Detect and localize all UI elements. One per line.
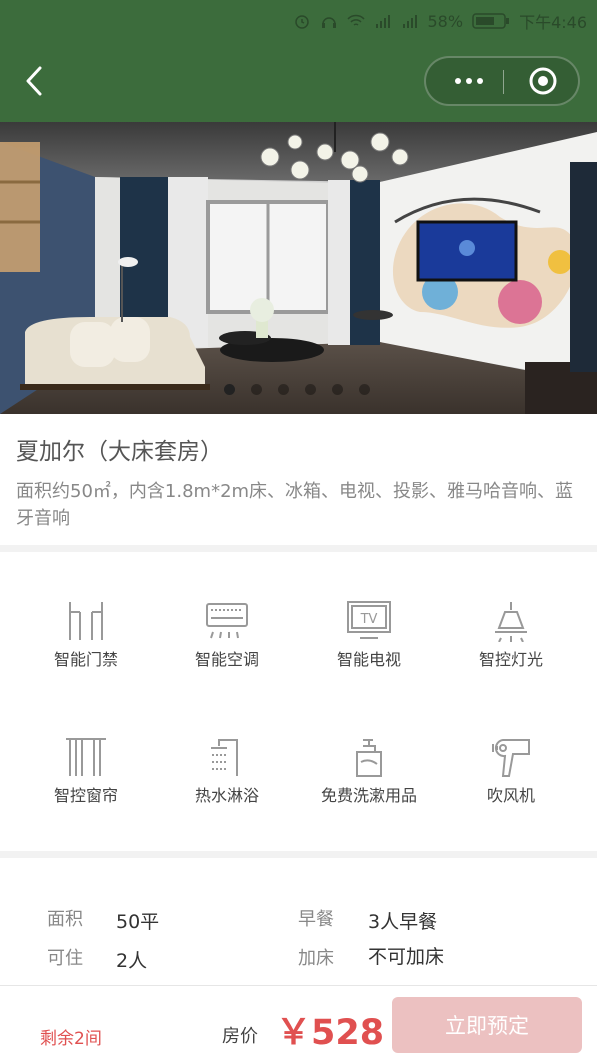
amenity-air-conditioner: 智能空调	[157, 600, 297, 670]
toiletries-icon	[356, 739, 382, 777]
area-label: 面积	[47, 909, 83, 930]
signal-icon-2	[402, 15, 417, 28]
back-arrow-icon[interactable]	[18, 62, 52, 100]
booking-footer: 剩余2间 房价 ￥528 立即预定	[0, 985, 597, 1063]
rooms-remaining: 剩余2间	[40, 1029, 102, 1049]
capacity-label: 可住	[47, 948, 83, 969]
carousel-dot[interactable]	[305, 384, 316, 395]
room-photo-carousel[interactable]	[0, 122, 597, 414]
amenity-shower: 热水淋浴	[157, 736, 297, 806]
breakfast-value: 3人早餐	[368, 911, 438, 933]
room-price: ￥528	[276, 1013, 385, 1053]
carousel-indicator	[224, 384, 370, 395]
extra-bed-label: 加床	[298, 948, 334, 969]
status-bar: 58% 下午4:46	[293, 8, 587, 34]
air-conditioner-icon	[206, 603, 248, 639]
signal-icon	[375, 15, 390, 28]
section-divider	[0, 851, 597, 858]
close-miniprogram-button[interactable]	[518, 58, 568, 104]
amenity-ceiling-light: 智控灯光	[441, 600, 581, 670]
amenity-hair-dryer: 吹风机	[441, 736, 581, 806]
svg-text:TV: TV	[360, 612, 378, 627]
carousel-dot[interactable]	[251, 384, 262, 395]
room-description: 面积约50㎡，内含1.8m*2m床、冰箱、电视、投影、雅马哈音响、蓝牙音响	[16, 481, 574, 529]
carousel-dot[interactable]	[359, 384, 370, 395]
area-value: 50平	[116, 911, 160, 933]
curtain-icon	[66, 738, 106, 776]
amenity-door-access: 智能门禁	[16, 600, 156, 670]
amenity-toiletries: 免费洗漱用品	[299, 736, 439, 806]
clock: 下午4:46	[519, 13, 587, 32]
breakfast-label: 早餐	[298, 909, 334, 930]
shower-icon	[211, 739, 238, 776]
wifi-icon	[346, 14, 365, 26]
battery-icon	[472, 13, 510, 29]
room-name: 夏加尔（大床套房）	[16, 439, 223, 465]
tv-icon: TV	[347, 601, 391, 639]
more-menu-button[interactable]	[436, 58, 501, 104]
ceiling-light-icon	[495, 602, 527, 642]
miniprogram-capsule	[424, 56, 580, 106]
section-divider	[0, 545, 597, 552]
capsule-divider	[503, 70, 504, 94]
headphones-icon	[321, 17, 336, 28]
amenity-tv: TV 智能电视	[299, 600, 439, 670]
carousel-dot[interactable]	[332, 384, 343, 395]
battery-percent: 58%	[427, 11, 464, 31]
target-close-icon	[529, 67, 557, 95]
hair-dryer-icon	[492, 739, 530, 777]
carousel-dot[interactable]	[278, 384, 289, 395]
header-bar: 58% 下午4:46	[0, 0, 597, 122]
amenity-curtain: 智控窗帘	[16, 736, 156, 806]
carousel-dot-active[interactable]	[224, 384, 235, 395]
book-now-button[interactable]: 立即预定	[392, 997, 582, 1053]
door-access-icon	[69, 602, 103, 640]
extra-bed-value: 不可加床	[368, 946, 445, 968]
alarm-icon	[294, 15, 309, 29]
room-photo	[0, 122, 597, 414]
price-label: 房价	[222, 1026, 258, 1047]
capacity-value: 2人	[116, 950, 148, 972]
